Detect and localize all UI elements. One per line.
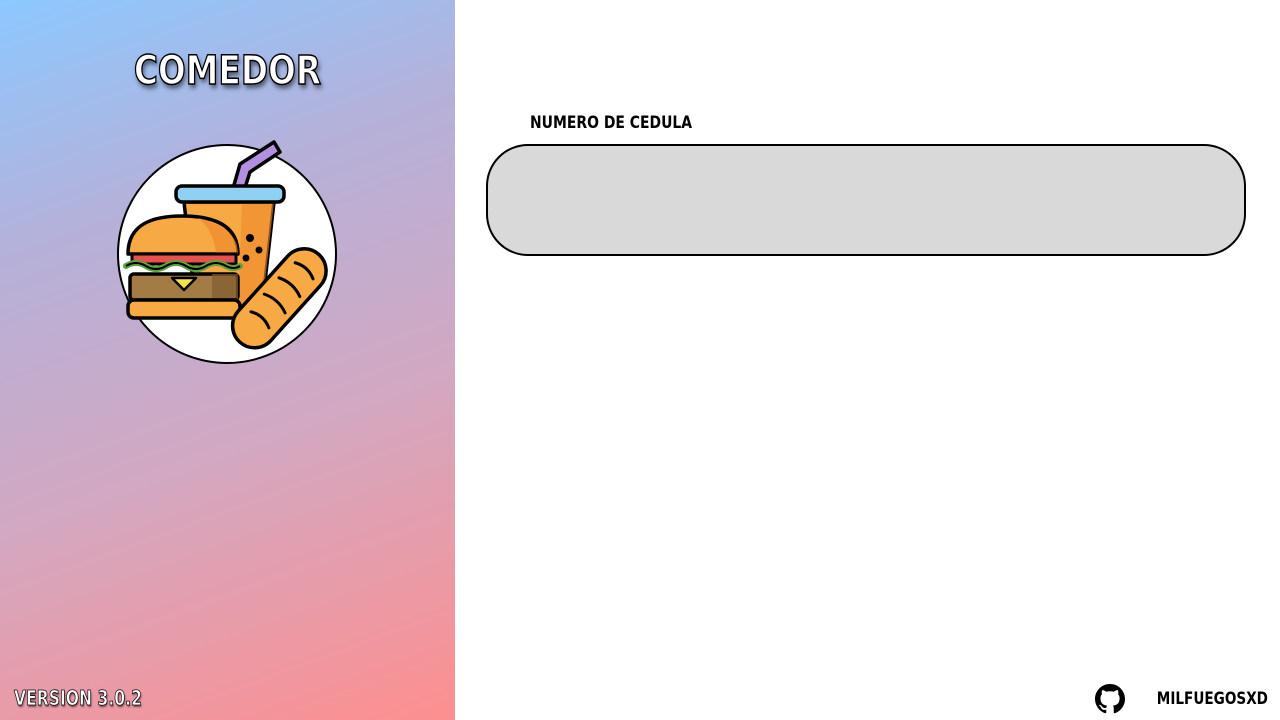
main-panel: NUMERO DE CEDULA MILFUEGOSXD [455,0,1280,720]
author-name: MILFUEGOSXD [1156,689,1268,709]
sidebar: COMEDOR VERSION 3.0.2 [0,0,455,720]
github-icon [1095,684,1126,714]
app-title: COMEDOR [133,47,322,95]
cedula-label: NUMERO DE CEDULA [530,113,693,133]
food-combo-icon [117,140,337,364]
version-label: VERSION 3.0.2 [14,686,143,711]
app-window: COMEDOR VERSION 3.0.2 NUMERO DE CEDULA M… [0,0,1280,720]
cedula-input[interactable] [486,144,1246,256]
github-credit-link[interactable]: MILFUEGOSXD [1095,684,1268,714]
